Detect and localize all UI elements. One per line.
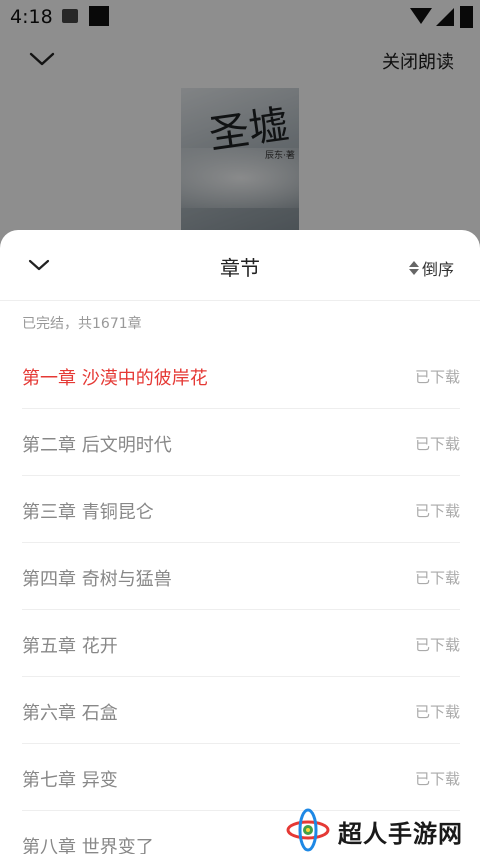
download-status: 已下载 bbox=[414, 435, 460, 453]
chapter-row[interactable]: 第五章 花开 已下载 bbox=[22, 610, 460, 677]
download-status: 已下载 bbox=[414, 636, 460, 654]
chapter-name: 第四章 奇树与猛兽 bbox=[22, 569, 172, 590]
chapter-name: 第二章 后文明时代 bbox=[22, 435, 172, 456]
chapter-name: 第五章 花开 bbox=[22, 636, 118, 657]
chapter-sheet: 章节 倒序 已完结，共1671章 第一章 沙漠中的彼岸花 已下载 第二章 后文明… bbox=[0, 230, 480, 854]
chapter-name: 第一章 沙漠中的彼岸花 bbox=[22, 368, 208, 389]
chapter-row[interactable]: 第六章 石盒 已下载 bbox=[22, 677, 460, 744]
download-status: 已下载 bbox=[414, 569, 460, 587]
watermark-logo-icon bbox=[286, 808, 330, 852]
sort-label: 倒序 bbox=[421, 260, 454, 279]
chapter-name: 第六章 石盒 bbox=[22, 703, 118, 724]
download-status: 已下载 bbox=[414, 368, 460, 386]
chapter-row[interactable]: 第二章 后文明时代 已下载 bbox=[22, 409, 460, 476]
sheet-header: 章节 倒序 bbox=[0, 230, 480, 301]
download-status: 已下载 bbox=[414, 703, 460, 721]
chapter-list[interactable]: 第一章 沙漠中的彼岸花 已下载 第二章 后文明时代 已下载 第三章 青铜昆仑 已… bbox=[22, 342, 460, 854]
sort-icon bbox=[408, 260, 419, 276]
chapter-name: 第八章 世界变了 bbox=[22, 837, 154, 854]
sort-order-button[interactable]: 倒序 bbox=[408, 256, 454, 280]
chapter-row[interactable]: 第四章 奇树与猛兽 已下载 bbox=[22, 543, 460, 610]
site-watermark: 超人手游网 bbox=[286, 800, 476, 854]
chapter-name: 第三章 青铜昆仑 bbox=[22, 502, 154, 523]
download-status: 已下载 bbox=[414, 502, 460, 520]
chapter-row[interactable]: 第一章 沙漠中的彼岸花 已下载 bbox=[22, 342, 460, 409]
chapter-name: 第七章 异变 bbox=[22, 770, 118, 791]
chapter-row[interactable]: 第三章 青铜昆仑 已下载 bbox=[22, 476, 460, 543]
watermark-text: 超人手游网 bbox=[338, 820, 463, 848]
chapter-summary: 已完结，共1671章 bbox=[22, 316, 142, 332]
download-status: 已下载 bbox=[414, 770, 460, 788]
